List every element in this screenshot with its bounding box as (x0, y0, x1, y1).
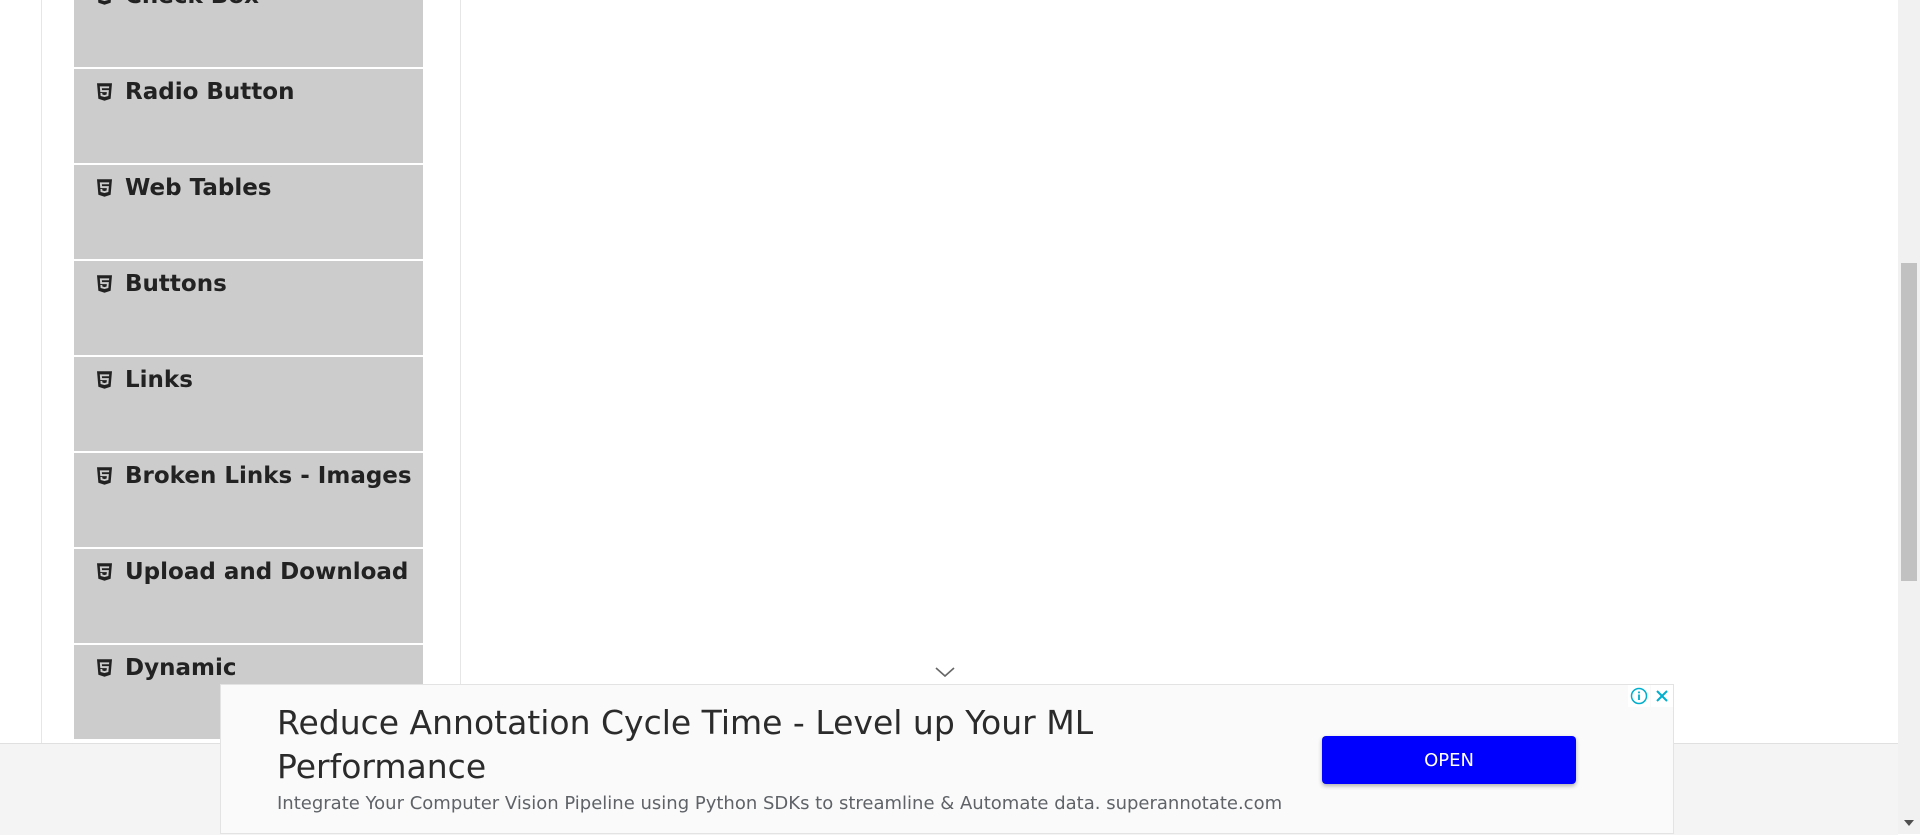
scroll-down-arrow-icon[interactable] (1904, 820, 1914, 826)
html5-icon (97, 83, 112, 101)
sidebar-menu: Check Box Radio Button Web Tables Button… (74, 0, 423, 742)
html5-icon (97, 179, 112, 197)
sidebar-item-label: Broken Links - Images (125, 463, 412, 489)
sidebar-divider (460, 0, 461, 744)
chevron-down-icon[interactable] (933, 664, 957, 680)
sidebar-item-links[interactable]: Links (74, 357, 423, 453)
sidebar-item-web-tables[interactable]: Web Tables (74, 165, 423, 261)
page-left-border (41, 0, 42, 744)
sidebar-item-label: Upload and Download (125, 559, 409, 585)
html5-icon (97, 467, 112, 485)
html5-icon (97, 371, 112, 389)
sidebar-item-check-box[interactable]: Check Box (74, 0, 423, 69)
sidebar-item-upload-and-download[interactable]: Upload and Download (74, 549, 423, 645)
html5-icon (97, 659, 112, 677)
html5-icon (97, 275, 112, 293)
ad-banner[interactable]: Reduce Annotation Cycle Time - Level up … (220, 684, 1674, 834)
ad-open-button[interactable]: OPEN (1322, 736, 1576, 784)
scrollbar-thumb[interactable] (1901, 263, 1917, 581)
html5-icon (97, 563, 112, 581)
ad-headline[interactable]: Reduce Annotation Cycle Time - Level up … (277, 701, 1177, 789)
sidebar-item-label: Web Tables (125, 175, 272, 201)
html5-icon (98, 0, 111, 5)
sidebar-item-label: Check Box (125, 0, 259, 11)
sidebar-item-broken-links-images[interactable]: Broken Links - Images (74, 453, 423, 549)
sidebar-item-label: Buttons (125, 271, 227, 297)
close-icon[interactable] (1651, 685, 1673, 707)
info-icon[interactable] (1628, 685, 1650, 707)
sidebar-item-buttons[interactable]: Buttons (74, 261, 423, 357)
sidebar-item-label: Radio Button (125, 79, 295, 105)
ad-description[interactable]: Integrate Your Computer Vision Pipeline … (277, 793, 1282, 814)
sidebar-item-label: Links (125, 367, 193, 393)
sidebar-item-radio-button[interactable]: Radio Button (74, 69, 423, 165)
vertical-scrollbar[interactable] (1898, 0, 1920, 834)
sidebar-item-label: Dynamic (125, 655, 237, 681)
